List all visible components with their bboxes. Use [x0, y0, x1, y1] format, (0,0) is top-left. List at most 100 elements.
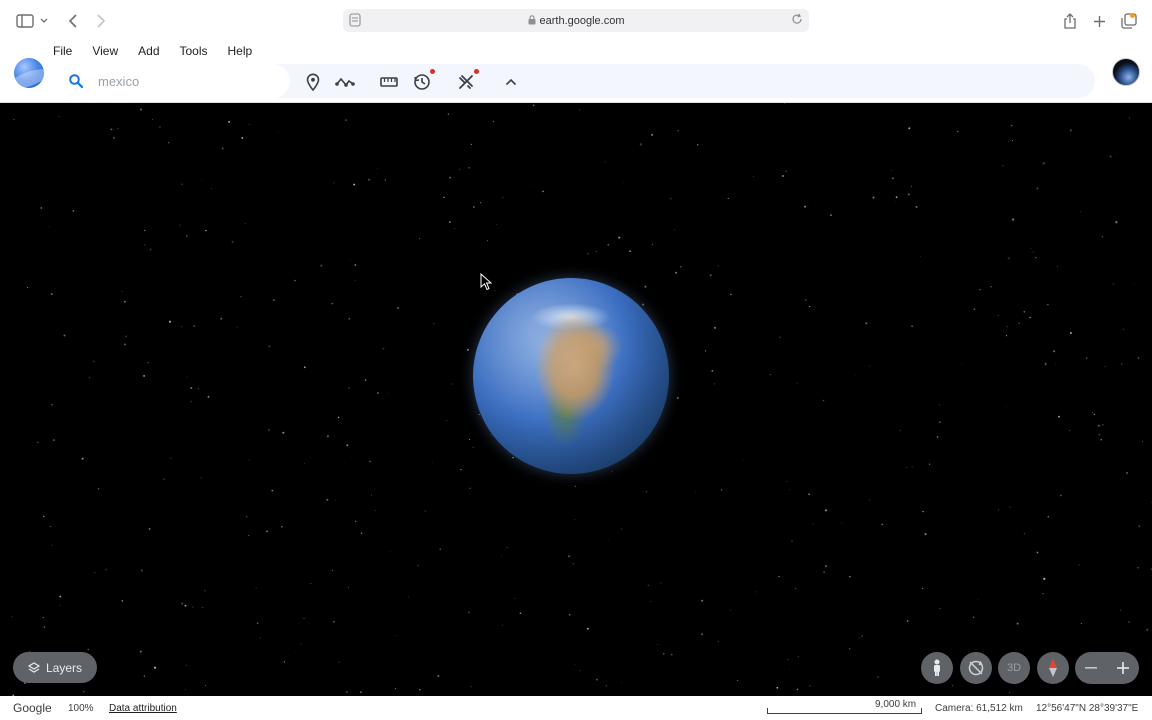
star [236, 326, 238, 328]
star [181, 326, 183, 328]
reader-icon[interactable] [349, 13, 361, 30]
star [51, 403, 53, 406]
star [105, 568, 108, 571]
star [809, 305, 811, 308]
star [568, 613, 571, 616]
star [338, 661, 340, 664]
star [1101, 236, 1103, 238]
star [938, 421, 941, 424]
path-icon[interactable] [335, 72, 355, 92]
share-icon[interactable] [1059, 10, 1081, 32]
star [470, 143, 472, 145]
star [906, 467, 908, 469]
star [300, 643, 302, 645]
star [303, 618, 305, 620]
star [408, 596, 410, 598]
tilt-toggle-button[interactable] [960, 652, 992, 684]
star [348, 586, 349, 588]
star [1142, 440, 1144, 442]
star [501, 196, 504, 199]
star [936, 436, 939, 438]
star [283, 661, 285, 663]
star [1035, 257, 1037, 259]
star [939, 404, 941, 406]
star [922, 588, 924, 590]
star [124, 343, 126, 346]
star [88, 376, 91, 379]
chevron-up-icon[interactable] [501, 72, 521, 92]
google-brand: Google [13, 701, 52, 715]
star [642, 303, 645, 306]
sidebar-toggle-icon[interactable] [14, 10, 36, 32]
back-button[interactable] [62, 10, 84, 32]
menu-tools[interactable]: Tools [180, 44, 217, 58]
star [797, 656, 799, 658]
address-bar[interactable]: earth.google.com [343, 9, 809, 32]
url-text: earth.google.com [539, 14, 625, 27]
star [139, 650, 142, 653]
star [848, 648, 851, 650]
star [899, 429, 901, 432]
star [281, 525, 283, 528]
projects-icon[interactable] [456, 69, 479, 92]
star [783, 103, 786, 105]
star [717, 640, 720, 643]
star [532, 183, 534, 185]
search-box[interactable] [55, 64, 290, 98]
view-3d-button[interactable]: 3D [998, 652, 1030, 684]
star [1112, 282, 1115, 285]
earth-globe[interactable] [473, 278, 669, 474]
search-input[interactable] [98, 73, 278, 89]
star [586, 627, 589, 630]
star [220, 317, 223, 320]
star [117, 128, 119, 130]
star [1009, 692, 1011, 693]
star [973, 308, 976, 311]
placemark-icon[interactable] [303, 72, 323, 92]
star [1002, 164, 1004, 167]
menu-view[interactable]: View [92, 44, 127, 58]
history-icon[interactable] [412, 69, 435, 92]
star [892, 177, 894, 179]
star [1010, 124, 1013, 127]
star [140, 569, 143, 572]
reload-icon[interactable] [791, 13, 803, 28]
star [387, 392, 388, 394]
google-earth-logo-icon[interactable] [14, 58, 44, 88]
zoom-out-button[interactable] [1075, 652, 1107, 684]
menu-file[interactable]: File [53, 44, 81, 58]
zoom-in-button[interactable] [1107, 652, 1139, 684]
compass-button[interactable] [1037, 652, 1069, 684]
star [812, 523, 814, 525]
globe-viewport[interactable]: Layers 3D [0, 103, 1152, 696]
star [796, 688, 799, 691]
star [1115, 221, 1118, 224]
new-tab-icon[interactable] [1088, 10, 1110, 32]
star [158, 126, 161, 129]
star [865, 322, 868, 325]
tab-overview-icon[interactable] [1118, 10, 1140, 32]
chevron-down-icon[interactable] [36, 10, 52, 32]
star [1023, 311, 1026, 313]
star [93, 360, 95, 363]
star [1137, 566, 1139, 569]
star [163, 478, 165, 480]
star [121, 290, 123, 293]
star [782, 175, 784, 177]
star [303, 366, 306, 369]
star [657, 644, 659, 645]
forward-button[interactable] [90, 10, 112, 32]
street-view-button[interactable] [921, 652, 953, 684]
star [255, 587, 257, 589]
data-attribution-link[interactable]: Data attribution [109, 703, 177, 714]
menu-help[interactable]: Help [228, 44, 262, 58]
star [433, 323, 435, 325]
star [221, 147, 224, 150]
menu-add[interactable]: Add [138, 44, 168, 58]
layers-button[interactable]: Layers [13, 652, 97, 683]
star [574, 664, 576, 666]
ruler-icon[interactable] [379, 72, 399, 92]
star [282, 431, 285, 434]
avatar[interactable] [1112, 58, 1140, 86]
star [51, 405, 53, 407]
